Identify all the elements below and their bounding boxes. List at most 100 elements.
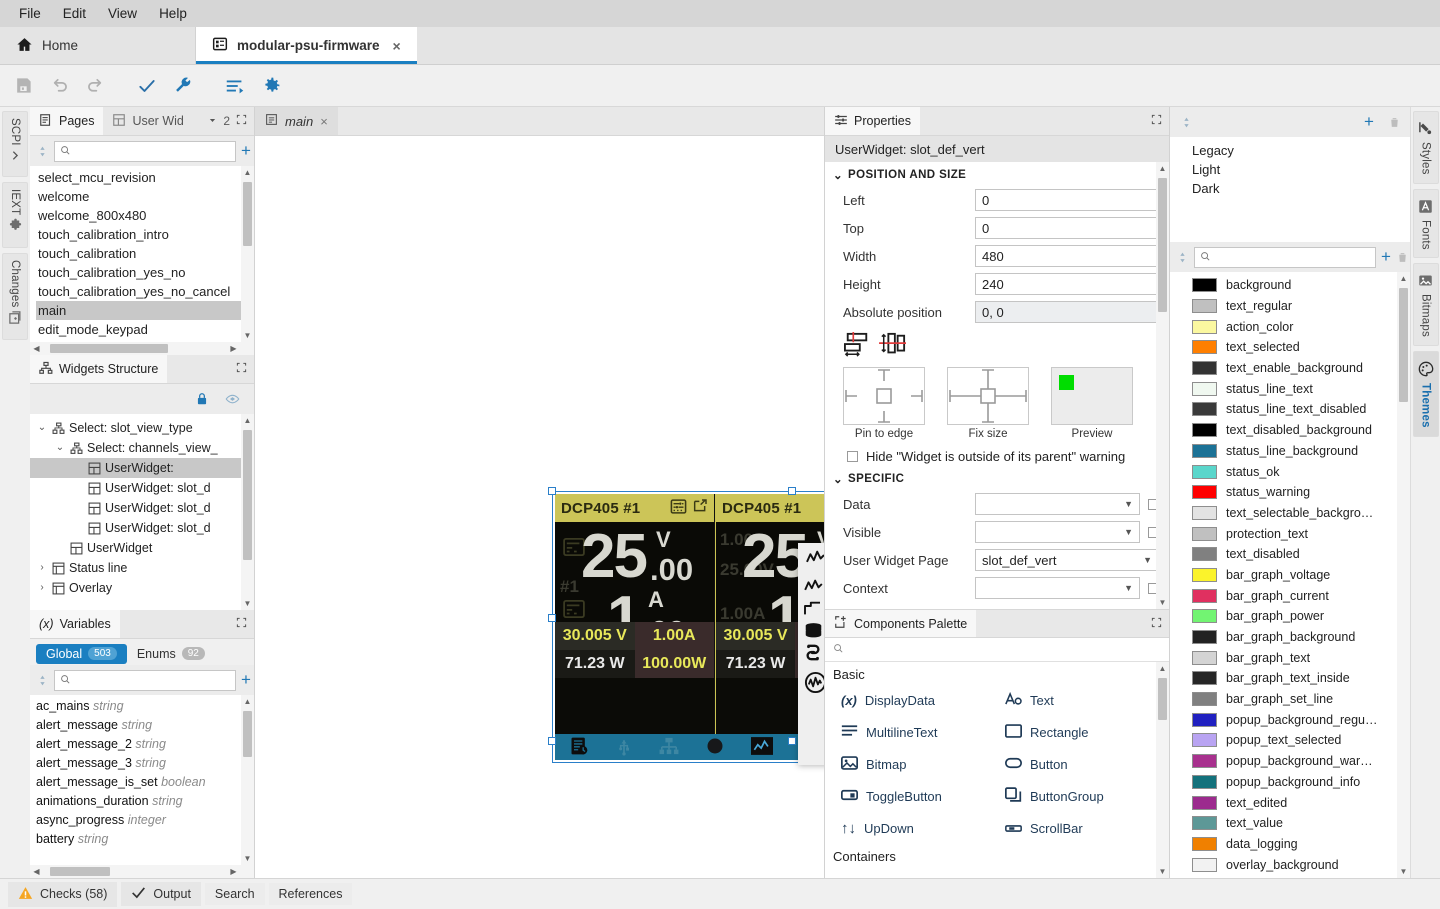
scroll-down-icon[interactable]: ▼ [241, 597, 254, 610]
resize-handle-bc[interactable] [788, 737, 796, 745]
property-height-input[interactable]: 240 [975, 273, 1159, 295]
side-tab-scpi[interactable]: SCPI [2, 111, 28, 177]
color-swatch[interactable] [1192, 299, 1217, 314]
add-page-button[interactable]: + [241, 141, 251, 161]
menu-file[interactable]: File [8, 3, 52, 24]
property-left-input[interactable]: 0 [975, 189, 1159, 211]
variable-list-item[interactable]: alert_message_is_set boolean [36, 773, 254, 792]
color-swatch[interactable] [1192, 319, 1217, 334]
property-data-select[interactable]: ▼ [975, 493, 1140, 515]
chart-icon[interactable] [751, 736, 773, 758]
sort-icon[interactable] [1176, 247, 1189, 267]
scroll-thumb[interactable] [1399, 288, 1408, 402]
scroll-up-icon[interactable]: ▲ [241, 414, 254, 427]
color-list-item[interactable]: text_disabled_background [1170, 420, 1410, 441]
check-button[interactable] [130, 69, 164, 103]
property-top-input[interactable]: 0 [975, 217, 1159, 239]
scroll-left-icon[interactable]: ◀ [30, 344, 43, 353]
maximize-icon[interactable] [1151, 114, 1162, 128]
color-list-item[interactable]: status_ok [1170, 461, 1410, 482]
side-tab-changes[interactable]: Changes [2, 253, 28, 341]
scroll-right-icon[interactable]: ▶ [227, 867, 240, 876]
color-list-item[interactable]: bar_graph_background [1170, 627, 1410, 648]
colors-search-input[interactable] [1215, 250, 1370, 264]
color-list-item[interactable]: data_logging [1170, 834, 1410, 855]
color-swatch[interactable] [1192, 774, 1217, 789]
lock-icon[interactable] [192, 389, 212, 409]
palette-item-scrollbar[interactable]: ScrollBar [1005, 812, 1169, 844]
color-list-item[interactable]: overlay_background [1170, 854, 1410, 875]
scroll-down-icon[interactable]: ▼ [241, 329, 254, 342]
status-search-button[interactable]: Search [204, 883, 265, 905]
color-swatch[interactable] [1192, 795, 1217, 810]
scroll-down-icon[interactable]: ▼ [241, 852, 254, 865]
property-width-input[interactable]: 480 [975, 245, 1159, 267]
widgets-tree-node[interactable]: › Overlay [30, 578, 254, 598]
menu-help[interactable]: Help [148, 3, 198, 24]
theme-list-item[interactable]: Legacy [1192, 141, 1410, 160]
slot-1[interactable]: DCP405 #1 #1 25 V .00 1 A 30.005 V 1.00A… [555, 494, 715, 734]
expand-icon[interactable] [692, 498, 708, 518]
tab-home[interactable]: Home [0, 27, 196, 64]
scroll-thumb[interactable] [243, 711, 252, 757]
hscroll-thumb[interactable] [50, 344, 168, 353]
color-swatch[interactable] [1192, 588, 1217, 603]
section-specific[interactable]: ⌄ SPECIFIC [825, 466, 1169, 490]
maximize-icon[interactable] [1151, 617, 1162, 631]
tab-widgets-structure[interactable]: Widgets Structure [30, 355, 168, 383]
color-list-item[interactable]: bar_graph_voltage [1170, 565, 1410, 586]
fix-size-graphic[interactable] [947, 367, 1029, 425]
pages-search-box[interactable] [54, 140, 236, 162]
settings-icon[interactable] [670, 498, 687, 518]
color-list-item[interactable]: bar_graph_text [1170, 647, 1410, 668]
palette-item-text[interactable]: Text [1005, 684, 1169, 716]
color-list-item[interactable]: status_line_text_disabled [1170, 399, 1410, 420]
color-swatch[interactable] [1192, 712, 1217, 727]
pin-to-edge-graphic[interactable] [843, 367, 925, 425]
theme-list-item[interactable]: Dark [1192, 179, 1410, 198]
color-swatch[interactable] [1192, 278, 1217, 293]
color-swatch[interactable] [1192, 505, 1217, 520]
side-tab-fonts[interactable]: Fonts [1412, 188, 1439, 259]
color-list-item[interactable]: popup_background_regu… [1170, 709, 1410, 730]
color-list-item[interactable]: text_selected [1170, 337, 1410, 358]
tab-components-palette[interactable]: Components Palette [825, 610, 977, 637]
color-swatch[interactable] [1192, 526, 1217, 541]
page-list-item[interactable]: select_mcu_revision [36, 168, 254, 187]
hide-warning-row[interactable]: Hide "Widget is outside of its parent" w… [825, 442, 1169, 466]
segment-enums[interactable]: Enums 92 [127, 644, 215, 664]
variable-list-item[interactable]: ac_mains string [36, 697, 254, 716]
color-list-item[interactable]: status_warning [1170, 482, 1410, 503]
variable-list-item[interactable]: battery string [36, 830, 254, 849]
color-swatch[interactable] [1192, 423, 1217, 438]
resize-handle-tl[interactable] [548, 487, 556, 495]
resize-handle-bl[interactable] [548, 737, 556, 745]
palette-item-rectangle[interactable]: Rectangle [1005, 716, 1169, 748]
align-vertical-icon[interactable] [879, 332, 907, 361]
color-swatch[interactable] [1192, 340, 1217, 355]
variables-search-input[interactable] [75, 673, 230, 687]
segment-global[interactable]: Global 503 [36, 643, 127, 664]
pages-search-input[interactable] [75, 144, 230, 158]
page-list-item[interactable]: touch_calibration_yes_no_cancel [36, 282, 254, 301]
variable-list-item[interactable]: async_progress integer [36, 811, 254, 830]
save-button[interactable] [6, 69, 40, 103]
section-position-and-size[interactable]: ⌄ POSITION AND SIZE [825, 162, 1169, 186]
close-icon[interactable]: × [320, 114, 328, 129]
palette-item-buttongroup[interactable]: ButtonGroup [1005, 780, 1169, 812]
maximize-icon[interactable] [236, 362, 247, 376]
variable-list-item[interactable]: alert_message_3 string [36, 754, 254, 773]
color-list-item[interactable]: text_regular [1170, 296, 1410, 317]
color-swatch[interactable] [1192, 671, 1217, 686]
color-swatch[interactable] [1192, 650, 1217, 665]
settings-button[interactable] [254, 69, 288, 103]
side-tab-iext[interactable]: IEXT [2, 181, 28, 249]
status-references-button[interactable]: References [268, 883, 353, 905]
widgets-tree-node[interactable]: › Status line [30, 558, 254, 578]
tree-caret-icon[interactable]: › [36, 578, 48, 598]
fix-size-box[interactable]: Fix size [947, 367, 1029, 440]
scroll-right-icon[interactable]: ▶ [227, 344, 240, 353]
theme-list-item[interactable]: Light [1192, 160, 1410, 179]
color-list-item[interactable]: status_line_text [1170, 378, 1410, 399]
chevron-down-icon[interactable]: ▼ [1143, 555, 1152, 565]
